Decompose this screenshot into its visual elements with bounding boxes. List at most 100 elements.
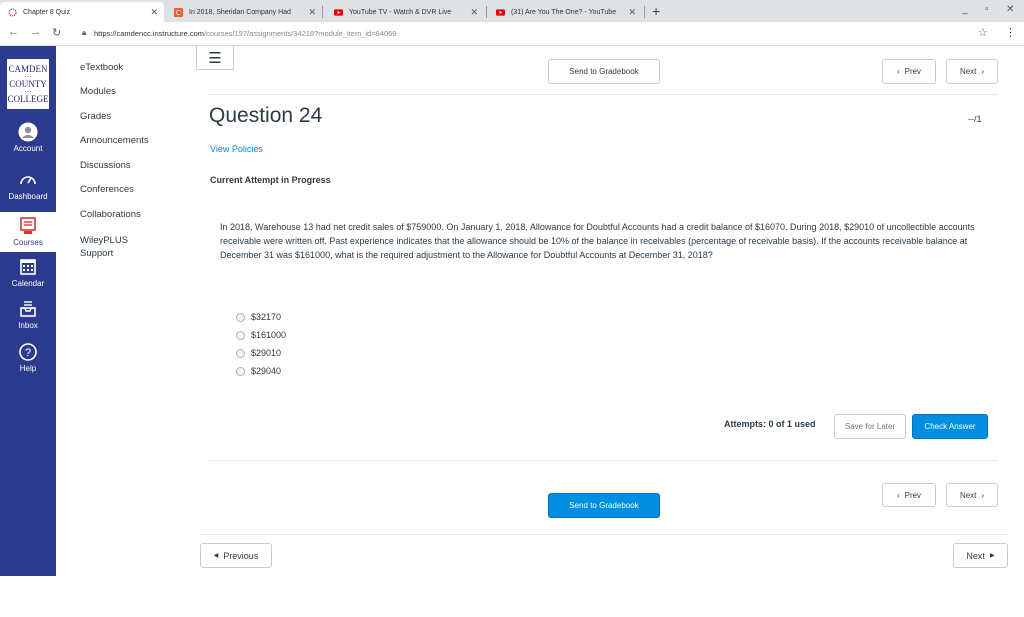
course-nav-announcements[interactable]: Announcements: [80, 135, 149, 147]
nav-label: Courses: [13, 238, 43, 247]
course-nav-collaborations[interactable]: Collaborations: [80, 209, 141, 221]
global-navigation: CAMDEN • • • COUNTY • • • COLLEGE Accoun…: [0, 46, 56, 616]
question-text: In 2018, Warehouse 13 had net credit sal…: [220, 222, 975, 260]
tab-title: In 2018, Sheridan Company Had: [189, 8, 291, 16]
svg-text:C: C: [176, 8, 181, 17]
divider: [208, 460, 998, 461]
account-icon: [18, 122, 38, 142]
answer-option[interactable]: $32170: [236, 312, 281, 322]
url-path: /courses/197/assignments/34218?module_it…: [204, 29, 397, 38]
next-button-top[interactable]: Next ›: [946, 59, 998, 84]
send-to-gradebook-button-top[interactable]: Send to Gradebook: [548, 59, 660, 84]
nav-label: Inbox: [18, 321, 38, 330]
nav-label: Calendar: [11, 279, 45, 288]
answer-option[interactable]: $29040: [236, 366, 281, 376]
course-nav-wileyplus-support[interactable]: WileyPLUS Support: [80, 234, 170, 260]
help-icon: ?: [19, 343, 37, 361]
send-to-gradebook-button-bottom[interactable]: Send to Gradebook: [548, 493, 660, 518]
course-nav-discussions[interactable]: Discussions: [80, 160, 131, 172]
browser-tab-chapter-quiz[interactable]: Chapter 8 Quiz ✕: [0, 2, 164, 22]
forward-icon[interactable]: →: [30, 26, 41, 38]
course-nav-modules[interactable]: Modules: [80, 86, 116, 98]
nav-account[interactable]: Account: [0, 122, 56, 153]
nav-calendar[interactable]: Calendar: [0, 257, 56, 288]
tab-title: YouTube TV - Watch & DVR Live: [349, 8, 452, 16]
tab-separator: [486, 6, 487, 18]
answer-label: $161000: [251, 330, 287, 340]
inbox-icon: [20, 301, 36, 317]
radio-button[interactable]: [236, 330, 245, 340]
nav-label: Dashboard: [8, 192, 48, 201]
minimize-icon[interactable]: _: [962, 4, 968, 15]
collapse-nav-icon[interactable]: ⇤: [17, 600, 29, 617]
address-bar: ← → ↻ 🔒︎ https://camdencc.instructure.co…: [0, 22, 1024, 46]
new-tab-button[interactable]: +: [652, 3, 660, 19]
chevron-right-icon: ›: [981, 490, 985, 500]
answer-option[interactable]: $29010: [236, 348, 281, 358]
prev-button-top[interactable]: ‹ Prev: [882, 59, 936, 84]
next-module-item-button[interactable]: Next ▶: [953, 543, 1008, 568]
logo-line: CAMDEN: [8, 63, 48, 74]
check-answer-button[interactable]: Check Answer: [912, 414, 988, 439]
prev-label: Prev: [904, 490, 922, 500]
nav-label: Account: [13, 144, 43, 153]
dashboard-icon: [20, 176, 36, 185]
previous-label: Previous: [223, 550, 259, 561]
attempts-counter: Attempts: 0 of 1 used: [724, 419, 816, 429]
nav-courses[interactable]: Courses: [0, 212, 56, 252]
college-logo[interactable]: CAMDEN • • • COUNTY • • • COLLEGE: [6, 58, 50, 110]
answer-option[interactable]: $161000: [236, 330, 286, 340]
course-nav-grades[interactable]: Grades: [80, 111, 111, 123]
tab-separator: [322, 6, 323, 18]
close-tab-icon[interactable]: ✕: [628, 7, 636, 18]
next-button-bottom[interactable]: Next ›: [946, 483, 998, 507]
caret-left-icon: ◀: [213, 553, 219, 559]
svg-text:?: ?: [25, 347, 31, 359]
browser-menu-icon[interactable]: ⋮: [1005, 26, 1016, 39]
nav-help[interactable]: ? Help: [0, 342, 56, 373]
hamburger-menu-icon[interactable]: ☰: [196, 46, 234, 70]
close-window-icon[interactable]: ✕: [1006, 4, 1014, 15]
url-host: https://camdencc.instructure.com: [94, 29, 205, 38]
nav-label: Help: [19, 364, 37, 373]
previous-module-item-button[interactable]: ◀ Previous: [200, 543, 272, 568]
reload-icon[interactable]: ↻: [52, 26, 61, 39]
nav-inbox[interactable]: Inbox: [0, 299, 56, 330]
view-policies-link[interactable]: View Policies: [210, 144, 263, 154]
next-label: Next: [959, 67, 977, 76]
radio-button[interactable]: [236, 348, 245, 358]
tab-title: Chapter 8 Quiz: [23, 8, 71, 16]
prev-label: Prev: [904, 67, 922, 76]
browser-tab-youtube-tv[interactable]: YouTube TV - Watch & DVR Live ✕: [326, 2, 484, 22]
chevron-left-icon: ‹: [896, 490, 900, 500]
radio-button[interactable]: [236, 366, 245, 376]
next-label: Next: [966, 550, 985, 561]
divider: [208, 94, 998, 95]
nav-dashboard[interactable]: Dashboard: [0, 170, 56, 201]
tab-title: (31) Are You The One? - YouTube: [511, 8, 617, 16]
url-field[interactable]: https://camdencc.instructure.com/courses…: [94, 29, 396, 38]
radio-button[interactable]: [236, 312, 245, 322]
logo-line: COLLEGE: [7, 93, 49, 104]
divider: [200, 534, 1008, 535]
course-nav-conferences[interactable]: Conferences: [80, 184, 134, 196]
browser-tab-sheridan[interactable]: C In 2018, Sheridan Company Had ✕: [166, 2, 322, 22]
lock-icon: 🔒︎: [82, 28, 87, 37]
chevron-right-icon: ›: [981, 67, 985, 76]
save-for-later-button[interactable]: Save for Later: [834, 414, 906, 439]
close-tab-icon[interactable]: ✕: [308, 7, 316, 18]
browser-tab-youtube[interactable]: (31) Are You The One? - YouTube ✕: [488, 2, 642, 22]
course-nav-etextbook[interactable]: eTextbook: [80, 62, 123, 74]
close-tab-icon[interactable]: ✕: [150, 7, 158, 18]
prev-button-bottom[interactable]: ‹ Prev: [882, 483, 936, 507]
bookmark-star-icon[interactable]: ☆: [978, 26, 988, 39]
attempt-status: Current Attempt in Progress: [210, 175, 331, 185]
caret-right-icon: ▶: [989, 553, 995, 559]
calendar-icon: [20, 259, 36, 275]
back-icon[interactable]: ←: [8, 26, 19, 38]
question-title: Question 24: [209, 104, 323, 127]
youtube-icon: [334, 8, 343, 17]
restore-icon[interactable]: ▫: [985, 4, 989, 15]
close-tab-icon[interactable]: ✕: [470, 7, 478, 18]
tab-separator: [644, 6, 645, 18]
